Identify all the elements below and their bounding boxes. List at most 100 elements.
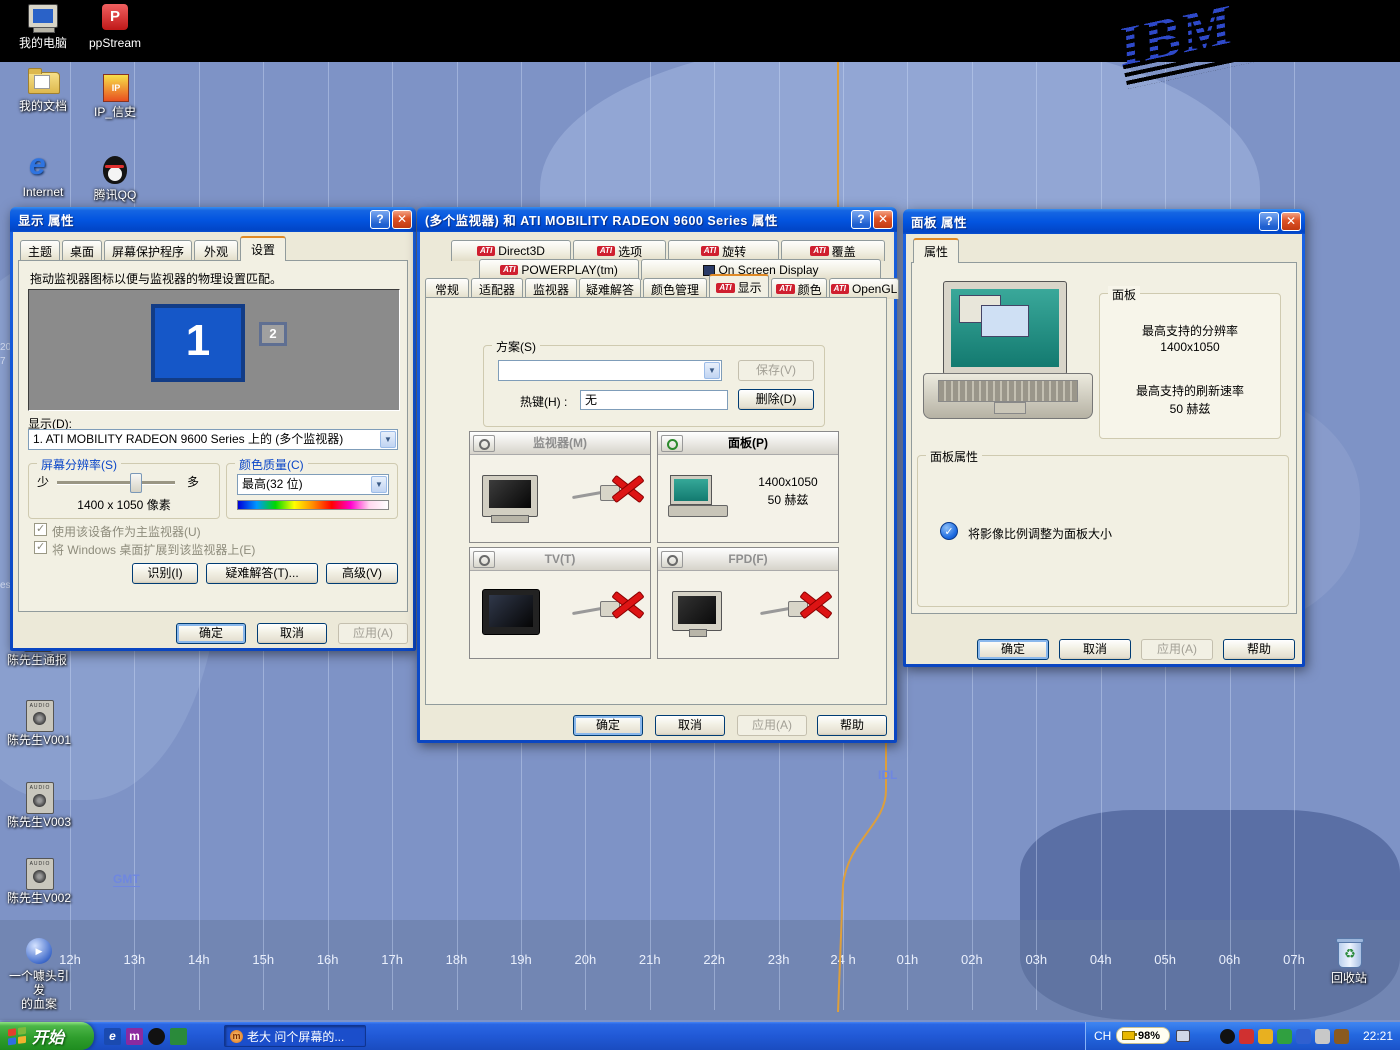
windows-flag-icon	[8, 1026, 27, 1046]
panel-attributes-group: 面板属性 ✓ 将影像比例调整为面板大小	[917, 455, 1289, 607]
tray-app-icon[interactable]	[1334, 1029, 1349, 1044]
extend-desktop-label: 将 Windows 桌面扩展到该监视器上(E)	[52, 541, 255, 558]
ie-quick-icon[interactable]: e	[104, 1028, 121, 1045]
hotkey-field[interactable]: 无	[580, 390, 728, 410]
fpd-power-button[interactable]	[661, 551, 683, 568]
help-button[interactable]: ?	[851, 210, 871, 229]
tab-screensaver[interactable]: 屏幕保护程序	[104, 240, 192, 261]
color-quality-dropdown[interactable]: 最高(32 位) ▼	[237, 474, 389, 495]
close-button[interactable]: ✕	[392, 210, 412, 229]
start-button[interactable]: 开始	[0, 1022, 94, 1050]
tray-app-icon[interactable]	[1296, 1029, 1311, 1044]
monitor-2[interactable]: 2	[259, 322, 287, 346]
qq-tray-icon[interactable]	[1220, 1029, 1235, 1044]
desktop-icon-my-computer[interactable]: 我的电脑	[8, 3, 78, 50]
primary-monitor-checkbox[interactable]: ✓	[34, 523, 47, 536]
wallpaper-text-fragment: 7	[0, 356, 6, 367]
check-icon: ✓	[36, 540, 45, 553]
resolution-slider[interactable]	[57, 481, 175, 485]
apply-button[interactable]: 应用(A)	[737, 715, 807, 736]
tray-app-icon[interactable]	[1239, 1029, 1254, 1044]
troubleshoot-button[interactable]: 疑难解答(T)...	[206, 563, 318, 584]
scheme-dropdown[interactable]: ▼	[498, 360, 722, 381]
panel-resolution-value: 1400x1050	[744, 475, 832, 489]
save-button[interactable]: 保存(V)	[738, 360, 814, 381]
fpd-monitor-image	[672, 591, 722, 631]
qq-quick-icon[interactable]	[148, 1028, 165, 1045]
cancel-button[interactable]: 取消	[257, 623, 327, 644]
help-button[interactable]: ?	[370, 210, 390, 229]
device-monitor-label: 监视器(M)	[533, 436, 587, 450]
close-button[interactable]: ✕	[873, 210, 893, 229]
show-desktop-icon[interactable]	[170, 1028, 187, 1045]
tab-displays[interactable]: ATI显示	[709, 274, 769, 299]
ati-dialog-titlebar[interactable]: (多个监视器) 和 ATI MOBILITY RADEON 9600 Serie…	[417, 207, 897, 232]
desktop-icon-ppstream[interactable]: P ppStream	[80, 3, 150, 50]
timezone-label: 13h	[112, 952, 156, 967]
apply-button[interactable]: 应用(A)	[1141, 639, 1213, 660]
input-language-indicator[interactable]: CH	[1094, 1029, 1111, 1043]
display-dialog-titlebar[interactable]: 显示 属性 ? ✕	[10, 207, 416, 232]
desktop-icon-recycle-bin[interactable]: ♻ 回收站	[1314, 938, 1384, 985]
tray-app-icon[interactable]	[1258, 1029, 1273, 1044]
tab-desktop[interactable]: 桌面	[62, 240, 102, 261]
battery-indicator[interactable]: 98%	[1116, 1027, 1170, 1044]
identify-button[interactable]: 识别(I)	[132, 563, 198, 584]
desktop-icon-chen-v002[interactable]: AUDIO 陈先生V002	[4, 858, 74, 905]
tab-opengl[interactable]: ATIOpenGL	[829, 278, 899, 299]
chevron-down-icon[interactable]: ▼	[380, 431, 396, 448]
ok-button[interactable]: 确定	[176, 623, 246, 644]
tray-app-icon[interactable]	[1315, 1029, 1330, 1044]
task-button-chat[interactable]: m 老大 问个屏幕的...	[224, 1025, 366, 1047]
desktop-icon-internet[interactable]: e Internet	[8, 152, 78, 199]
tab-appearance[interactable]: 外观	[194, 240, 238, 261]
desktop-icon-qq[interactable]: 腾讯QQ	[80, 155, 150, 202]
tab-general[interactable]: 常规	[425, 278, 469, 299]
desktop-icon-my-documents[interactable]: 我的文档	[8, 66, 78, 113]
tab-color-management[interactable]: 颜色管理	[643, 278, 707, 299]
help-button[interactable]: 帮助	[1223, 639, 1295, 660]
tab-attributes[interactable]: 属性	[913, 238, 959, 263]
timezone-label: 24 h	[821, 952, 865, 967]
apply-button[interactable]: 应用(A)	[338, 623, 408, 644]
ok-button[interactable]: 确定	[977, 639, 1049, 660]
tab-monitor[interactable]: 监视器	[525, 278, 577, 299]
advanced-button[interactable]: 高级(V)	[326, 563, 398, 584]
chevron-down-icon[interactable]: ▼	[704, 362, 720, 379]
desktop-icon-movie[interactable]: ▶ 一个噱头引发 的血案	[4, 936, 74, 1011]
panel-properties-dialog: 面板 属性 ? ✕ 属性 面板 最高支持的分辨率 1400x1050 最高支持的…	[903, 209, 1305, 667]
ok-button[interactable]: 确定	[573, 715, 643, 736]
monitor-power-button[interactable]	[473, 435, 495, 452]
help-button[interactable]: ?	[1259, 212, 1279, 231]
dialog-title: (多个监视器) 和 ATI MOBILITY RADEON 9600 Serie…	[425, 210, 849, 229]
cancel-button[interactable]: 取消	[655, 715, 725, 736]
delete-button[interactable]: 删除(D)	[738, 389, 814, 410]
cancel-button[interactable]: 取消	[1059, 639, 1131, 660]
display-device-dropdown[interactable]: 1. ATI MOBILITY RADEON 9600 Series 上的 (多…	[28, 429, 398, 450]
resolution-slider-thumb[interactable]	[130, 473, 142, 493]
media-player-quick-icon[interactable]: m	[126, 1028, 143, 1045]
scale-image-checkbox[interactable]: ✓	[940, 522, 958, 540]
tab-themes[interactable]: 主题	[20, 240, 60, 261]
tab-adapter[interactable]: 适配器	[471, 278, 523, 299]
chevron-down-icon[interactable]: ▼	[371, 476, 387, 493]
tab-troubleshoot[interactable]: 疑难解答	[579, 278, 641, 299]
tray-app-icon[interactable]	[1277, 1029, 1292, 1044]
clock[interactable]: 22:21	[1363, 1029, 1393, 1043]
monitor-arrangement-preview[interactable]: 1 2	[28, 289, 400, 411]
tv-power-button[interactable]	[473, 551, 495, 568]
tab-settings[interactable]: 设置	[240, 236, 286, 261]
monitor-1[interactable]: 1	[151, 304, 245, 382]
dialog-title: 面板 属性	[911, 212, 1257, 231]
panel-power-button[interactable]	[661, 435, 683, 452]
close-button[interactable]: ✕	[1281, 212, 1301, 231]
power-plug-icon[interactable]	[1176, 1030, 1190, 1042]
desktop-icon-chen-v001[interactable]: AUDIO 陈先生V001	[4, 700, 74, 747]
desktop-icon-ip-xinshi[interactable]: IP IP_信史	[80, 72, 150, 119]
desktop-icon-chen-v003[interactable]: AUDIO 陈先生V003	[4, 782, 74, 829]
help-button[interactable]: 帮助	[817, 715, 887, 736]
panel-dialog-titlebar[interactable]: 面板 属性 ? ✕	[903, 209, 1305, 234]
tab-color[interactable]: ATI颜色	[771, 278, 827, 299]
display-properties-dialog: 显示 属性 ? ✕ 主题 桌面 屏幕保护程序 外观 设置 拖动监视器图标以便与监…	[10, 207, 416, 651]
extend-desktop-checkbox[interactable]: ✓	[34, 541, 47, 554]
